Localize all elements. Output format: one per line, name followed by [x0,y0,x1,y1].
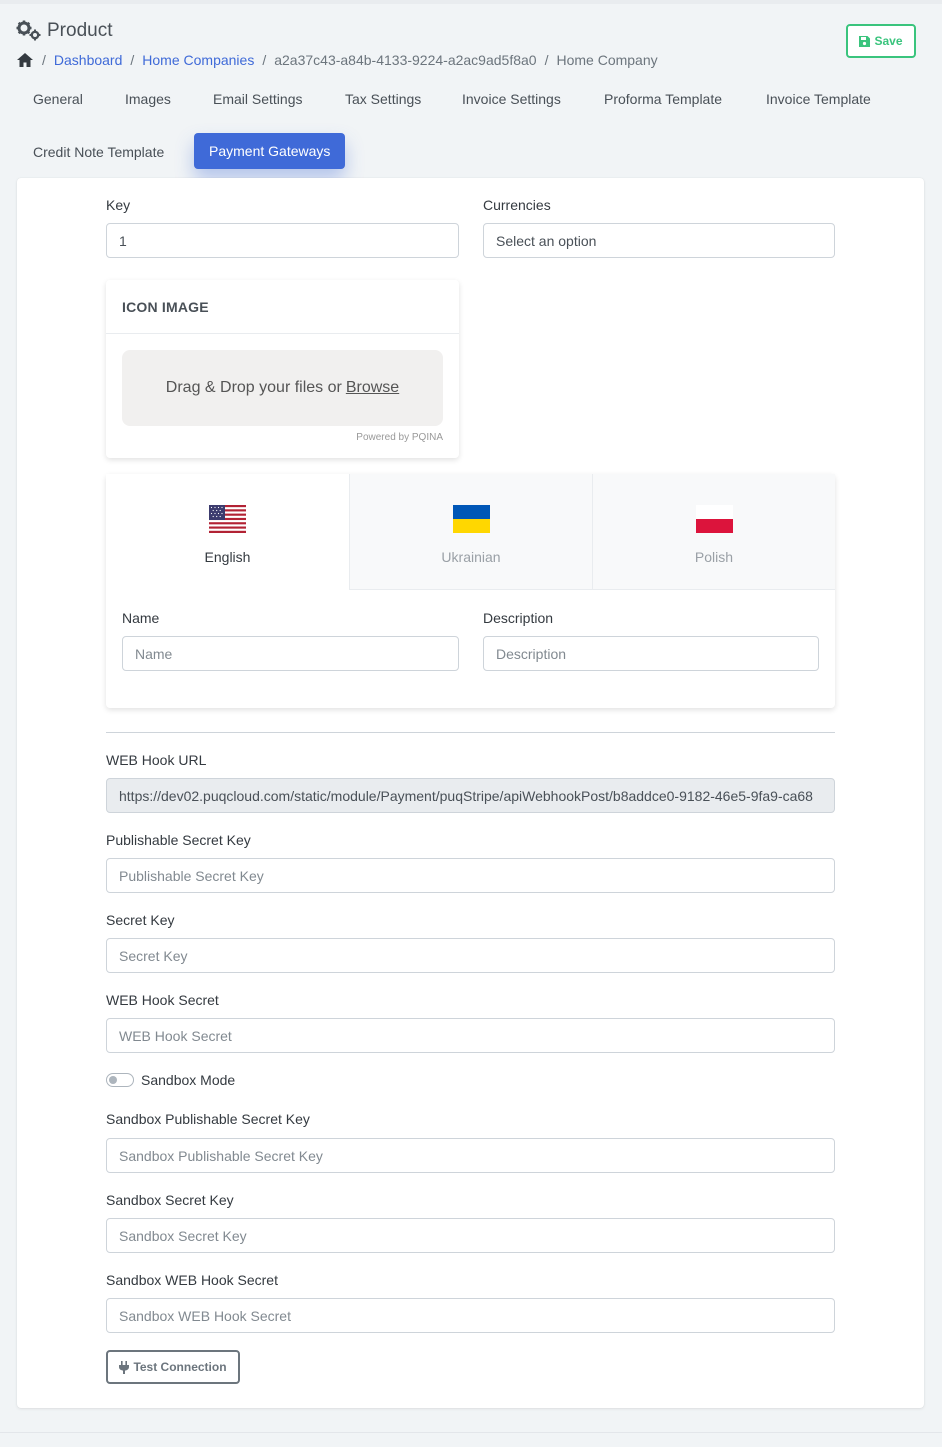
sandbox-webhook-input[interactable] [106,1298,835,1333]
powered-by-label: Powered by PQINA [356,432,443,443]
save-button[interactable]: Save [846,24,916,58]
sandbox-mode-toggle[interactable] [106,1073,134,1087]
tab-general[interactable]: General [33,81,83,117]
description-label: Description [483,610,554,626]
language-polish-label: Polish [694,549,734,565]
gears-icon [16,20,41,41]
breadcrumb-company-id: a2a37c43-a84b-4133-9224-a2ac9ad5f8a0 [274,52,537,68]
page-header: Product [16,20,112,42]
icon-image-title: ICON IMAGE [106,280,459,334]
test-connection-button[interactable]: Test Connection [106,1350,240,1384]
footer-divider [0,1432,942,1433]
breadcrumb-separator: / [130,52,135,68]
currencies-select-value: Select an option [496,232,597,249]
breadcrumb-home-companies[interactable]: Home Companies [142,52,254,68]
file-drop-zone[interactable]: Drag & Drop your files or Browse [122,350,443,426]
ukraine-flag-icon [452,505,490,533]
save-button-label: Save [874,34,903,48]
webhook-url-input[interactable] [106,778,835,813]
secret-key-input[interactable] [106,938,835,973]
tab-credit-note-template[interactable]: Credit Note Template [33,134,164,170]
browse-link[interactable]: Browse [346,379,399,397]
name-label: Name [122,610,160,626]
sandbox-secret-label: Sandbox Secret Key [106,1192,234,1208]
language-ukrainian-label: Ukrainian [441,549,501,565]
toggle-knob [109,1076,117,1084]
section-divider [106,732,835,733]
publishable-key-input[interactable] [106,858,835,893]
tab-images[interactable]: Images [125,81,171,117]
key-input[interactable] [106,223,459,258]
webhook-secret-label: WEB Hook Secret [106,992,219,1008]
drop-text: Drag & Drop your files or [165,379,342,396]
language-tab-ukrainian[interactable]: Ukrainian [349,474,592,590]
page-title: Product [47,20,113,41]
sandbox-secret-input[interactable] [106,1218,835,1253]
language-tab-polish[interactable]: Polish [592,474,835,590]
plug-icon [119,1360,130,1374]
language-tab-english[interactable]: English [106,474,349,590]
publishable-key-label: Publishable Secret Key [106,832,251,848]
test-connection-label: Test Connection [133,1360,227,1374]
currencies-label: Currencies [483,197,551,213]
breadcrumb: / Dashboard / Home Companies / a2a37c43-… [16,52,658,68]
sandbox-publishable-label: Sandbox Publishable Secret Key [106,1111,310,1127]
webhook-secret-input[interactable] [106,1018,835,1053]
sandbox-publishable-input[interactable] [106,1138,835,1173]
breadcrumb-dashboard[interactable]: Dashboard [54,52,123,68]
secret-key-label: Secret Key [106,912,175,928]
language-panel: English Ukrainian Polish Name Descriptio… [106,474,835,708]
tab-payment-gateways[interactable]: Payment Gateways [194,133,346,169]
description-input[interactable] [483,636,819,671]
tab-email-settings[interactable]: Email Settings [213,81,302,117]
breadcrumb-separator: / [262,52,267,68]
breadcrumb-separator: / [42,52,46,68]
language-english-label: English [204,549,251,565]
breadcrumb-current: Home Company [556,52,658,68]
icon-image-panel: ICON IMAGE Drag & Drop your files or Bro… [106,280,459,458]
us-flag-icon [209,505,246,533]
webhook-url-label: WEB Hook URL [106,752,207,768]
sandbox-webhook-label: Sandbox WEB Hook Secret [106,1272,278,1288]
name-input[interactable] [122,636,459,671]
tab-proforma-template[interactable]: Proforma Template [604,81,722,117]
sandbox-mode-label: Sandbox Mode [141,1072,236,1088]
top-bar [0,0,942,4]
home-icon[interactable] [16,52,34,68]
currencies-select[interactable]: Select an option [483,223,835,258]
tab-invoice-template[interactable]: Invoice Template [766,81,871,117]
tab-tax-settings[interactable]: Tax Settings [345,81,421,117]
poland-flag-icon [695,505,733,533]
tab-invoice-settings[interactable]: Invoice Settings [462,81,561,117]
floppy-disk-icon [859,35,871,47]
key-label: Key [106,197,131,213]
breadcrumb-separator: / [544,52,549,68]
